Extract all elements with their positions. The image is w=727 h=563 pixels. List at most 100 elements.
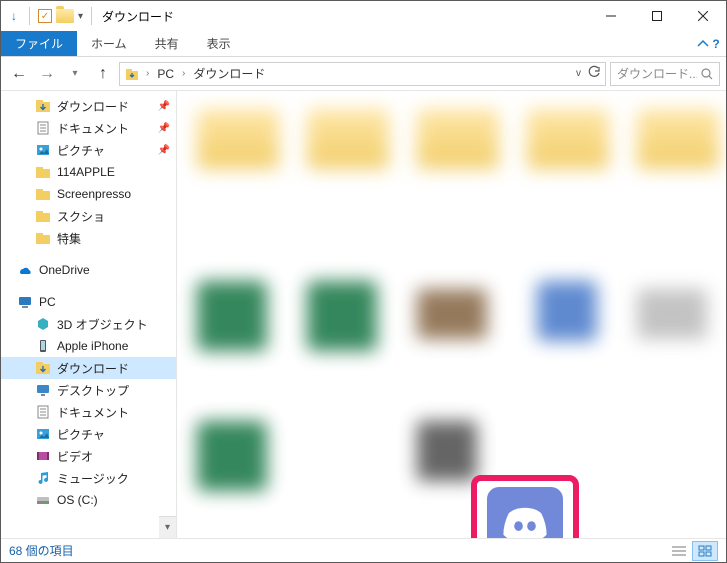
- pc-child-item[interactable]: ピクチャ: [1, 423, 176, 445]
- nav-label: デスクトップ: [57, 382, 129, 399]
- pictures-icon: [35, 426, 51, 442]
- separator: [29, 7, 30, 25]
- tab-view[interactable]: 表示: [193, 31, 245, 56]
- maximize-icon: [652, 11, 662, 21]
- pc-child-item[interactable]: Apple iPhone: [1, 335, 176, 357]
- nav-label: ビデオ: [57, 448, 93, 465]
- navigation-pane[interactable]: ダウンロード 📌 ドキュメント 📌 ピクチャ 📌 114APPLE Screenpresso ス…: [1, 91, 177, 538]
- pin-icon: 📌: [158, 123, 170, 134]
- quick-access-item[interactable]: ピクチャ 📌: [1, 139, 176, 161]
- icons-icon: [698, 545, 712, 557]
- quick-access-item[interactable]: ダウンロード 📌: [1, 95, 176, 117]
- file-discord-setup[interactable]: DiscordSetup (1): [471, 475, 579, 538]
- chevron-up-icon: [696, 37, 710, 51]
- nav-label: ドキュメント: [57, 120, 129, 137]
- quick-access-item[interactable]: Screenpresso: [1, 183, 176, 205]
- folder-icon: [35, 164, 51, 180]
- search-placeholder: ダウンロード...: [617, 65, 697, 82]
- quick-access-item[interactable]: スクショ: [1, 205, 176, 227]
- back-button[interactable]: ←: [7, 62, 31, 86]
- close-icon: [698, 11, 708, 21]
- chevron-right-icon[interactable]: ›: [144, 68, 151, 79]
- nav-onedrive[interactable]: OneDrive: [1, 259, 176, 281]
- breadcrumb-current[interactable]: ダウンロード: [191, 65, 267, 82]
- pc-icon: [17, 294, 33, 310]
- recent-locations-button[interactable]: ▾: [63, 62, 87, 86]
- nav-label: スクショ: [57, 208, 105, 225]
- nav-label: ミュージック: [57, 470, 129, 487]
- breadcrumb-pc[interactable]: PC: [155, 67, 176, 81]
- nav-label: 3D オブジェクト: [57, 316, 148, 333]
- window-controls: [588, 1, 726, 31]
- quick-access-item[interactable]: 特集: [1, 227, 176, 249]
- video-icon: [35, 448, 51, 464]
- refresh-button[interactable]: [587, 65, 601, 82]
- view-toggles: [666, 541, 718, 561]
- separator: [91, 7, 92, 25]
- search-icon: [701, 68, 713, 80]
- nav-label: Screenpresso: [57, 187, 131, 201]
- quick-access-item[interactable]: 114APPLE: [1, 161, 176, 183]
- close-button[interactable]: [680, 1, 726, 31]
- down-arrow-icon[interactable]: ↓: [7, 9, 21, 23]
- pin-icon: 📌: [158, 101, 170, 112]
- folder-icon: [35, 230, 51, 246]
- download-icon: [35, 98, 51, 114]
- qat-dropdown-icon[interactable]: ▾: [78, 11, 83, 22]
- ribbon: ファイル ホーム 共有 表示 ?: [1, 31, 726, 57]
- document-icon: [35, 120, 51, 136]
- nav-pc[interactable]: PC: [1, 291, 176, 313]
- details-view-button[interactable]: [666, 541, 692, 561]
- nav-label: ピクチャ: [57, 426, 105, 443]
- pc-child-item[interactable]: ミュージック: [1, 467, 176, 489]
- pc-child-item[interactable]: OS (C:): [1, 489, 176, 511]
- content-pane[interactable]: DiscordSetup (1): [177, 91, 726, 538]
- address-dropdown-icon[interactable]: v: [576, 68, 581, 79]
- nav-label: ピクチャ: [57, 142, 105, 159]
- document-icon: [35, 404, 51, 420]
- pc-child-item[interactable]: ダウンロード: [1, 357, 176, 379]
- 3d-icon: [35, 316, 51, 332]
- address-bar[interactable]: › PC › ダウンロード v: [119, 62, 606, 86]
- onedrive-icon: [17, 262, 33, 278]
- folder-icon: [56, 9, 74, 23]
- pc-child-item[interactable]: 3D オブジェクト: [1, 313, 176, 335]
- pictures-icon: [35, 142, 51, 158]
- properties-icon[interactable]: ✓: [38, 9, 52, 23]
- status-bar: 68 個の項目: [1, 538, 726, 562]
- chevron-right-icon[interactable]: ›: [180, 68, 187, 79]
- title-bar: ↓ ✓ ▾ ダウンロード: [1, 1, 726, 31]
- drive-icon: [35, 492, 51, 508]
- quick-access-toolbar: ↓ ✓ ▾: [7, 7, 96, 25]
- pc-child-item[interactable]: デスクトップ: [1, 379, 176, 401]
- folder-icon: [35, 186, 51, 202]
- nav-label: ダウンロード: [57, 98, 129, 115]
- minimize-icon: [606, 11, 616, 21]
- nav-label: ダウンロード: [57, 360, 129, 377]
- quick-access-item[interactable]: ドキュメント 📌: [1, 117, 176, 139]
- icons-view-button[interactable]: [692, 541, 718, 561]
- minimize-button[interactable]: [588, 1, 634, 31]
- blurred-background: [177, 91, 726, 538]
- nav-label: PC: [39, 295, 56, 309]
- download-folder-icon: [124, 66, 140, 82]
- status-text: 68 個の項目: [9, 542, 74, 559]
- tab-share[interactable]: 共有: [141, 31, 193, 56]
- pc-child-item[interactable]: ビデオ: [1, 445, 176, 467]
- nav-label: 114APPLE: [57, 165, 115, 179]
- folder-icon: [35, 208, 51, 224]
- forward-button[interactable]: →: [35, 62, 59, 86]
- ribbon-help-button[interactable]: ?: [690, 31, 726, 56]
- search-box[interactable]: ダウンロード...: [610, 62, 720, 86]
- refresh-icon: [587, 65, 601, 79]
- up-button[interactable]: ↑: [91, 62, 115, 86]
- scroll-down-button[interactable]: ▾: [159, 516, 176, 538]
- pin-icon: 📌: [158, 145, 170, 156]
- maximize-button[interactable]: [634, 1, 680, 31]
- nav-label: Apple iPhone: [57, 339, 128, 353]
- tab-file[interactable]: ファイル: [1, 31, 77, 56]
- pc-child-item[interactable]: ドキュメント: [1, 401, 176, 423]
- nav-label: ドキュメント: [57, 404, 129, 421]
- nav-label: OneDrive: [39, 263, 90, 277]
- tab-home[interactable]: ホーム: [77, 31, 141, 56]
